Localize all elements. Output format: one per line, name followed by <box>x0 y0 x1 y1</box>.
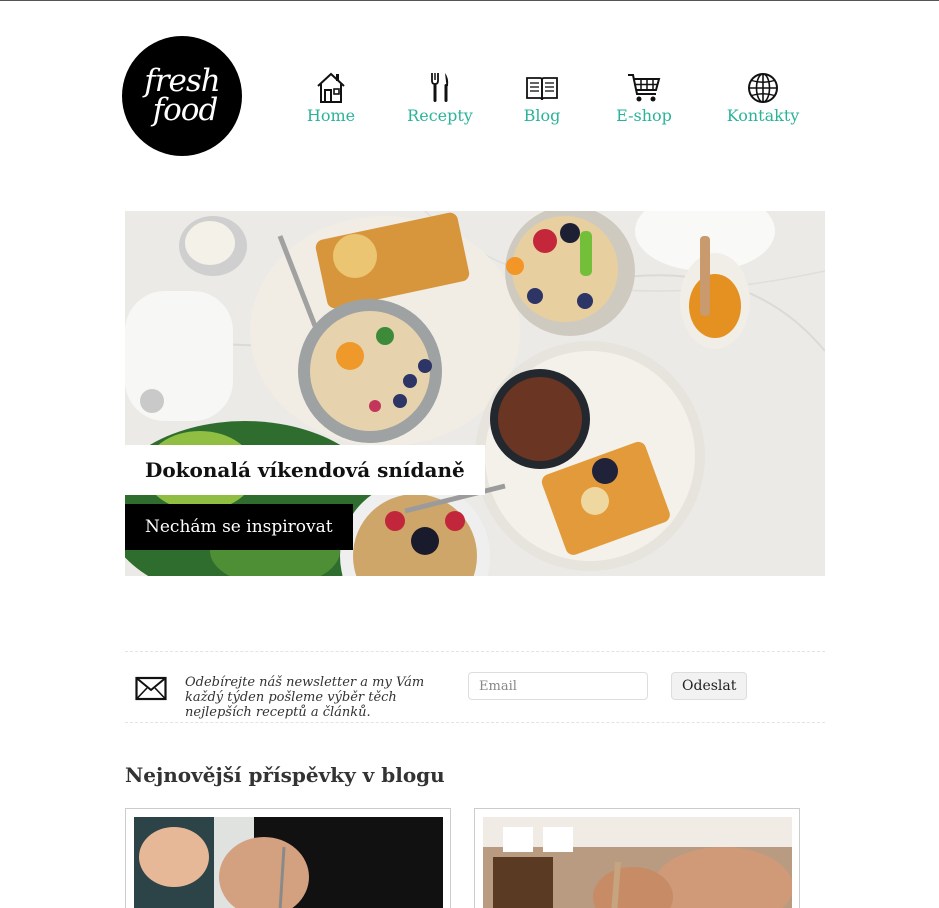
nav-item-home[interactable]: Home <box>298 70 364 125</box>
nav-item-label: Blog <box>523 106 561 125</box>
cutlery-icon <box>402 70 478 104</box>
inspire-button[interactable]: Nechám se inspirovat <box>125 504 353 550</box>
nav-item-blog[interactable]: Blog <box>518 70 566 125</box>
blog-card[interactable] <box>474 808 800 908</box>
nav-item-recepty[interactable]: Recepty <box>402 70 478 125</box>
blog-heading: Nejnovější příspěvky v blogu <box>125 763 445 787</box>
top-border <box>0 0 939 1</box>
nav-item-kontakty[interactable]: Kontakty <box>722 70 804 125</box>
home-icon <box>298 70 364 104</box>
nav-item-label: Home <box>306 106 356 125</box>
hero-title: Dokonalá víkendová snídaně <box>125 445 485 495</box>
nav-item-eshop[interactable]: E-shop <box>608 70 680 125</box>
hero-banner: Dokonalá víkendová snídaně Nechám se ins… <box>125 211 825 576</box>
nav-item-label: Recepty <box>407 106 473 125</box>
newsletter-text: Odebírejte náš newsletter a my Vám každý… <box>185 675 425 720</box>
newsletter-bar: Odebírejte náš newsletter a my Vám každý… <box>125 651 825 723</box>
main-navigation: Home Recepty Blog E-shop Kontakty <box>0 70 939 130</box>
blog-card[interactable] <box>125 808 451 908</box>
submit-button[interactable]: Odeslat <box>671 672 748 700</box>
blog-card-image <box>483 817 792 908</box>
nav-item-label: E-shop <box>616 106 672 125</box>
blog-card-image <box>134 817 443 908</box>
envelope-icon <box>135 676 167 706</box>
globe-icon <box>722 70 804 104</box>
book-icon <box>518 70 566 104</box>
cart-icon <box>608 70 680 104</box>
email-input[interactable] <box>468 672 648 700</box>
nav-item-label: Kontakty <box>726 106 800 125</box>
